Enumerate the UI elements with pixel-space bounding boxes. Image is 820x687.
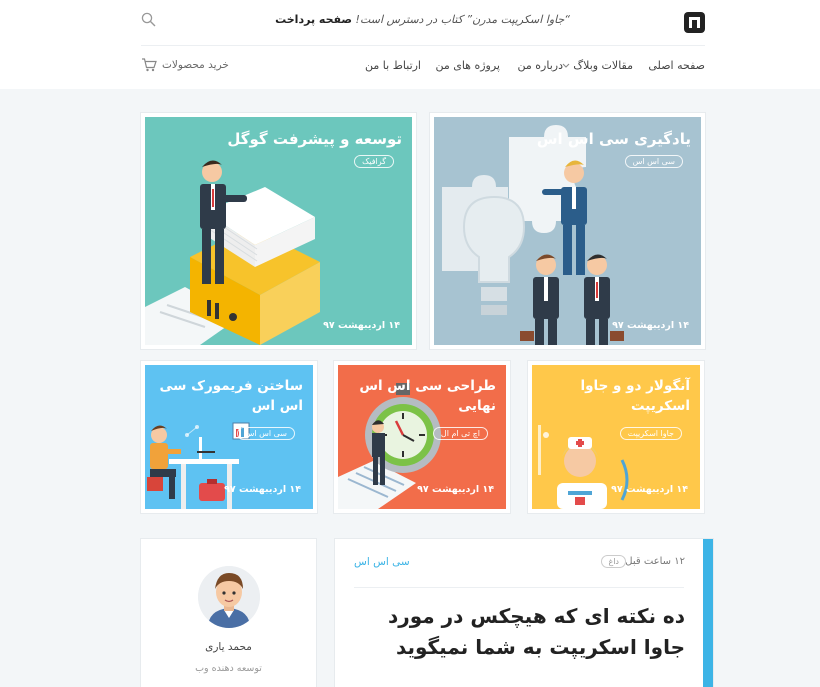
nav-about[interactable]: درباره من [518, 59, 563, 72]
category-badge[interactable]: جاوا اسکریپت [619, 427, 682, 440]
cart-icon [142, 58, 157, 72]
category-badge[interactable]: اچ تی ام ال [432, 427, 488, 440]
author-avatar-image [198, 566, 260, 628]
category-badge[interactable]: سی اس اس [624, 155, 683, 168]
featured-post: ۱۲ ساعت قبل داغ سی اس اس ده نکته ای که ه… [335, 539, 713, 687]
nav-home[interactable]: صفحه اصلی [648, 59, 705, 72]
post-title[interactable]: ده نکته ای که هیچکس در مورد جاوا اسکریپت… [355, 601, 685, 663]
card-learning-css[interactable]: یادگیری سی اس اس سی اس اس ۱۴ اردیبهشت ۹۷ [430, 113, 705, 349]
post-divider [354, 587, 684, 588]
post-category[interactable]: سی اس اس [354, 556, 410, 568]
site-logo[interactable] [684, 12, 705, 33]
puzzle-team-illustration [442, 125, 624, 345]
author-name[interactable]: محمد یاری [141, 641, 316, 653]
nav-projects[interactable]: پروژه های من [435, 59, 500, 72]
category-badge[interactable]: سی اس اس [236, 427, 295, 440]
card-date: ۱۴ اردیبهشت ۹۷ [417, 484, 494, 495]
nurse-figure [557, 437, 607, 509]
card-date: ۱۴ اردیبهشت ۹۷ [611, 484, 688, 495]
author-role: توسعه دهنده وب [195, 663, 262, 674]
cart-link[interactable]: خرید محصولات [141, 58, 229, 72]
man-left-figure [520, 254, 559, 345]
avatar[interactable] [198, 566, 260, 628]
promo-banner: “جاوا اسکریپت مدرن” کتاب در دسترس است! ص… [275, 13, 570, 26]
card-title[interactable]: آنگولار دو و جاوا اسکریپت [532, 377, 690, 416]
card-angular-js[interactable]: آنگولار دو و جاوا اسکریپت جاوا اسکریپت ۱… [528, 361, 704, 513]
post-accent-bar [703, 539, 713, 687]
card-css-framework[interactable]: ساختن فریمورک سی اس اس سی اس اس ۱۴ اردیب… [141, 361, 317, 513]
promo-text: “جاوا اسکریپت مدرن” کتاب در دسترس است! [355, 13, 570, 26]
cart-label: خرید محصولات [162, 59, 229, 71]
card-date: ۱۴ اردیبهشت ۹۷ [224, 484, 301, 495]
man-right-figure [584, 254, 624, 345]
hot-tag[interactable]: داغ [601, 555, 626, 568]
card-date: ۱۴ اردیبهشت ۹۷ [612, 320, 689, 331]
nav-contact[interactable]: ارتباط با من [365, 59, 421, 72]
card-date: ۱۴ اردیبهشت ۹۷ [323, 320, 400, 331]
header-divider [141, 45, 705, 46]
card-title[interactable]: ساختن فریمورک سی اس اس [145, 377, 303, 416]
card-title[interactable]: طراحی سی اس اس نهایی [338, 377, 496, 416]
search-icon[interactable] [141, 12, 156, 27]
card-title[interactable]: توسعه و پیشرفت گوگل [227, 129, 402, 151]
box-papers-illustration [145, 160, 320, 345]
author-widget: محمد یاری توسعه دهنده وب [141, 539, 316, 687]
chevron-down-icon [562, 63, 570, 68]
category-badge[interactable]: گرافیک [354, 155, 394, 168]
site-header: “جاوا اسکریپت مدرن” کتاب در دسترس است! ص… [0, 0, 820, 89]
card-ultimate-css[interactable]: طراحی سی اس اس نهایی اچ تی ام ال ۱۴ اردی… [334, 361, 510, 513]
nav-blog-label: مقالات وبلاگ [573, 59, 633, 72]
card-google-dev[interactable]: توسعه و پیشرفت گوگل گرافیک ۱۴ اردیبهشت ۹… [141, 113, 416, 349]
promo-link[interactable]: صفحه پرداخت [275, 13, 352, 26]
post-time: ۱۲ ساعت قبل [625, 556, 685, 567]
nav-blog[interactable]: مقالات وبلاگ [562, 59, 633, 72]
card-title[interactable]: یادگیری سی اس اس [537, 129, 691, 151]
